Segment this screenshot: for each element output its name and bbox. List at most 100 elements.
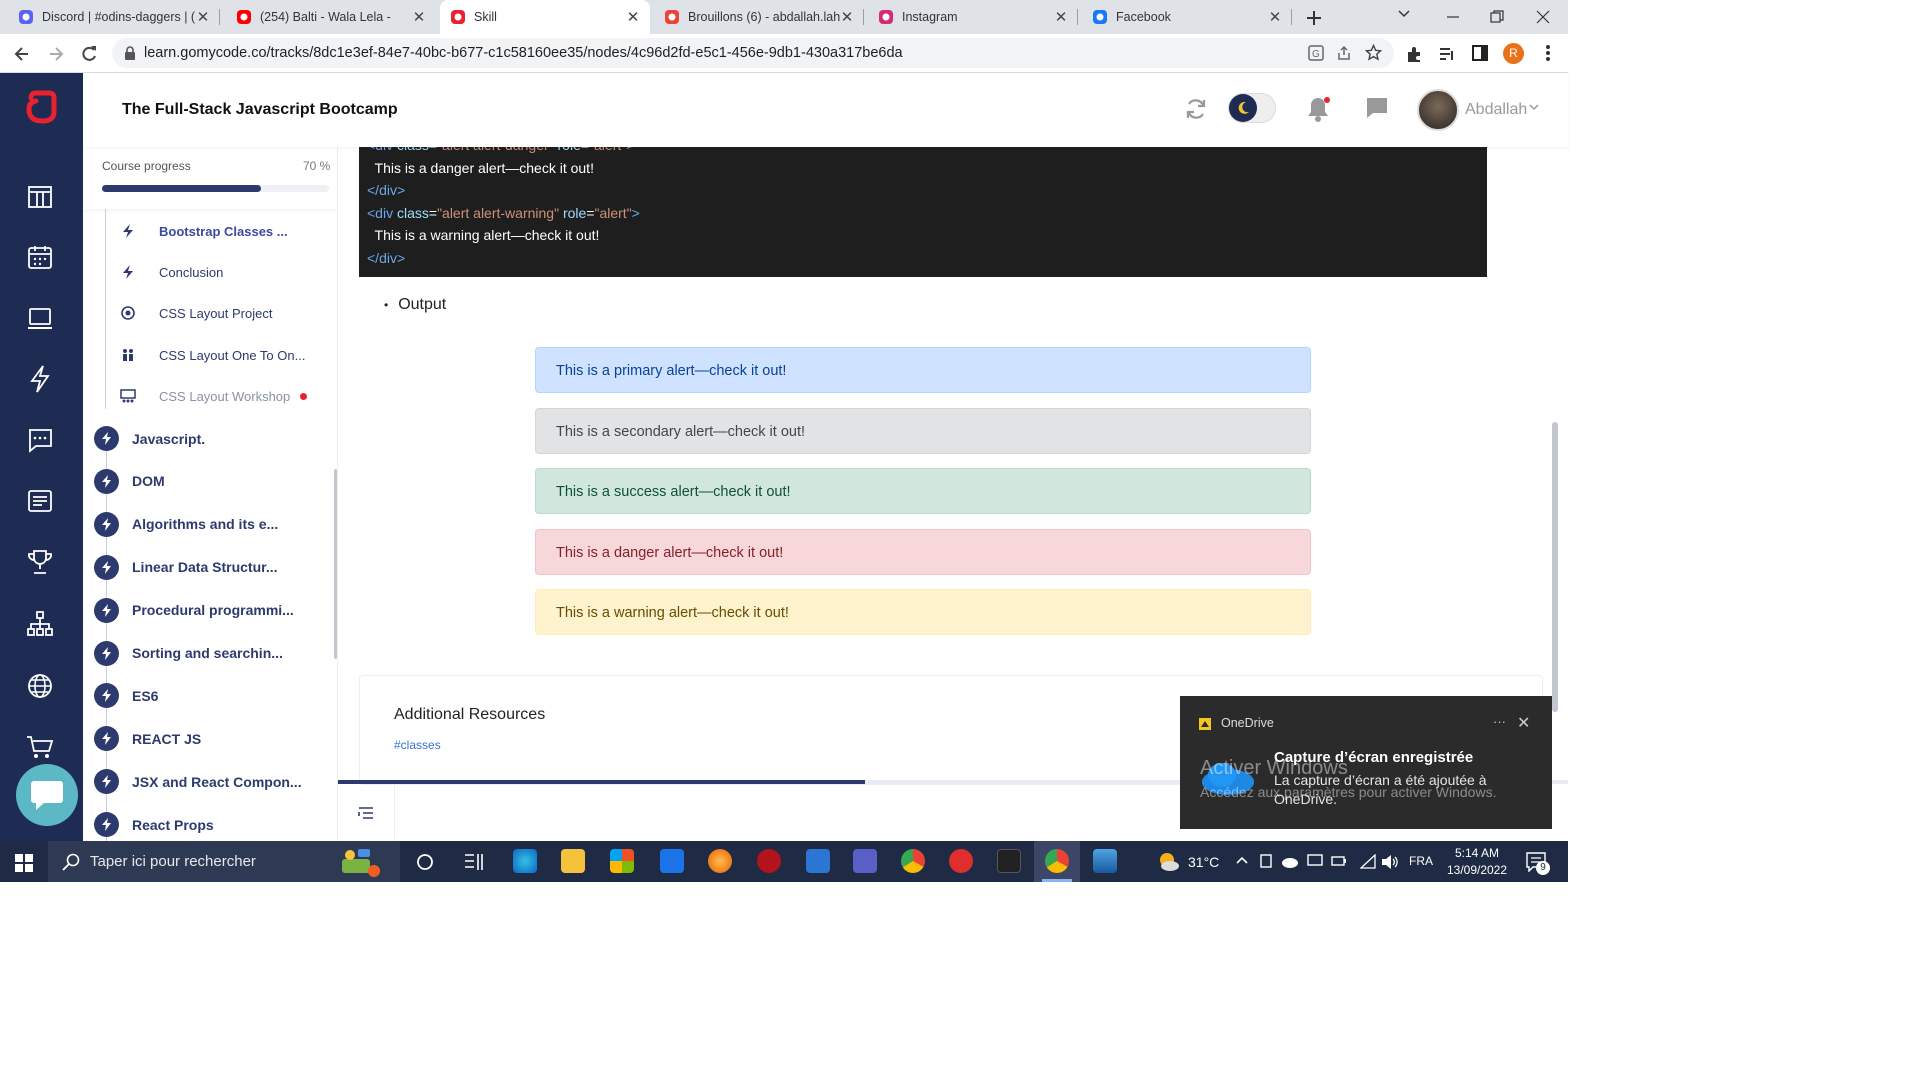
tab-search-icon[interactable] (1398, 10, 1410, 18)
module-item[interactable]: Sorting and searchin... (94, 640, 283, 666)
dashboard-icon[interactable] (27, 183, 53, 209)
taskbar-search-box[interactable]: Taper ici pour rechercher (48, 841, 400, 882)
more-options-icon[interactable]: ··· (1493, 714, 1506, 729)
window-close-icon[interactable] (1536, 10, 1550, 24)
cart-icon[interactable] (26, 734, 54, 760)
security-shield-icon[interactable] (806, 849, 830, 873)
extensions-icon[interactable] (1405, 45, 1423, 63)
lightning-icon[interactable] (29, 365, 51, 393)
trophy-icon[interactable] (27, 549, 53, 575)
lesson-item[interactable]: CSS Layout Project (118, 303, 272, 323)
weather-icon[interactable] (1156, 851, 1180, 873)
dark-mode-toggle[interactable] (1228, 93, 1276, 123)
table-of-contents-button[interactable] (338, 784, 395, 841)
chevron-down-icon[interactable] (1529, 104, 1539, 112)
widgets-icon[interactable] (464, 853, 484, 871)
user-name[interactable]: Abdallah (1465, 101, 1527, 119)
epic-games-icon[interactable] (997, 849, 1021, 873)
back-icon[interactable] (12, 44, 32, 64)
browser-tab-2[interactable]: (254) Balti - Wala Lela - ✕ (226, 0, 436, 34)
globe-icon[interactable] (27, 673, 53, 699)
support-chat-button[interactable] (16, 764, 78, 826)
firefox-icon[interactable] (708, 849, 732, 873)
minimize-icon[interactable] (1446, 10, 1460, 24)
red-app-icon[interactable] (949, 849, 973, 873)
module-item[interactable]: REACT JS (94, 726, 201, 752)
module-item[interactable]: Linear Data Structur... (94, 554, 277, 580)
module-item[interactable]: Javascript. (94, 426, 205, 451)
lesson-item[interactable]: CSS Layout Workshop (118, 386, 308, 406)
browser-tab-3[interactable]: Skill ✕ (440, 0, 650, 34)
file-explorer-icon[interactable] (561, 849, 585, 873)
volume-icon[interactable] (1381, 854, 1399, 870)
game-client-icon[interactable] (757, 849, 781, 873)
module-item[interactable]: DOM (94, 468, 165, 494)
browser-tab-1[interactable]: Discord | #odins-daggers | (✕ (8, 0, 220, 34)
profile-avatar[interactable]: R (1503, 43, 1524, 64)
lesson-item[interactable]: Bootstrap Classes ... (118, 221, 288, 241)
address-bar[interactable]: learn.gomycode.co/tracks/8dc1e3ef-84e7-4… (112, 38, 1394, 68)
windows-start-icon[interactable] (15, 854, 33, 872)
module-item[interactable]: React Props (94, 812, 214, 838)
module-item[interactable]: ES6 (94, 683, 158, 709)
close-tab-icon[interactable]: ✕ (1054, 8, 1068, 26)
star-icon[interactable] (1365, 44, 1382, 61)
gomycode-logo[interactable] (25, 90, 57, 124)
browser-tab-4[interactable]: Brouillons (6) - abdallah.lah ✕ (654, 0, 864, 34)
module-item[interactable]: JSX and React Compon... (94, 769, 302, 795)
close-tab-icon[interactable]: ✕ (840, 8, 854, 26)
sidebar-scrollbar[interactable] (334, 469, 337, 659)
task-view-icon[interactable] (416, 853, 434, 871)
translate-icon[interactable]: G (1308, 45, 1324, 61)
laptop-icon[interactable] (27, 305, 53, 331)
onedrive-notification[interactable]: OneDrive ··· ✕ Capture d’écran enregistr… (1180, 696, 1552, 829)
forward-icon[interactable] (46, 44, 66, 64)
active-chrome-taskbar-item[interactable] (1034, 841, 1080, 882)
browser-tab-5[interactable]: Instagram ✕ (868, 0, 1078, 34)
document-icon[interactable] (27, 489, 53, 513)
browser-tab-bar: Discord | #odins-daggers | (✕ (254) Balti… (0, 0, 1568, 34)
media-control-icon[interactable] (1438, 45, 1456, 63)
notification-center-icon[interactable]: 9 (1526, 852, 1550, 875)
org-chart-icon[interactable] (27, 611, 53, 637)
teams-icon[interactable] (853, 849, 877, 873)
photos-icon[interactable] (1093, 849, 1117, 873)
chat-icon[interactable] (27, 427, 53, 453)
input-language[interactable]: FRA (1409, 854, 1433, 868)
close-tab-icon[interactable]: ✕ (412, 8, 426, 26)
close-icon[interactable]: ✕ (1517, 713, 1530, 733)
lesson-item[interactable]: Conclusion (118, 262, 223, 282)
calendar-icon[interactable] (27, 244, 53, 270)
weather-temp[interactable]: 31°C (1188, 854, 1219, 870)
lesson-item[interactable]: CSS Layout One To On... (118, 345, 305, 365)
share-icon[interactable] (1336, 45, 1352, 61)
module-item[interactable]: Algorithms and its e... (94, 511, 278, 537)
notifications-bell-icon[interactable] (1305, 96, 1331, 122)
edge-icon[interactable] (513, 849, 537, 873)
side-panel-icon[interactable] (1472, 45, 1488, 61)
module-item[interactable]: Procedural programmi... (94, 597, 294, 623)
microsoft-store-icon[interactable] (610, 849, 634, 873)
messages-icon[interactable] (1365, 96, 1389, 120)
system-tray-icons[interactable] (1259, 853, 1359, 871)
clock[interactable]: 5:14 AM 13/09/2022 (1440, 845, 1514, 879)
restore-icon[interactable] (1490, 10, 1504, 24)
resources-tag[interactable]: #classes (394, 738, 441, 752)
chrome-icon[interactable] (901, 849, 925, 873)
mail-icon[interactable] (660, 849, 684, 873)
new-tab-button[interactable] (1306, 10, 1322, 26)
scroll-progress-fill (338, 780, 865, 784)
code-token: "alert" (594, 204, 632, 221)
user-avatar[interactable] (1417, 89, 1459, 131)
wifi-icon[interactable] (1360, 854, 1376, 870)
close-tab-icon[interactable]: ✕ (1268, 8, 1282, 26)
lesson-label: CSS Layout Workshop (159, 388, 291, 404)
refresh-icon[interactable] (1184, 97, 1208, 121)
browser-tab-6[interactable]: Facebook ✕ (1082, 0, 1292, 34)
content-scrollbar[interactable] (1552, 422, 1558, 712)
menu-icon[interactable] (1545, 44, 1551, 62)
close-tab-icon[interactable]: ✕ (196, 8, 210, 26)
tray-chevron-icon[interactable] (1236, 855, 1248, 865)
reload-icon[interactable] (79, 44, 99, 64)
close-tab-icon[interactable]: ✕ (626, 8, 640, 26)
